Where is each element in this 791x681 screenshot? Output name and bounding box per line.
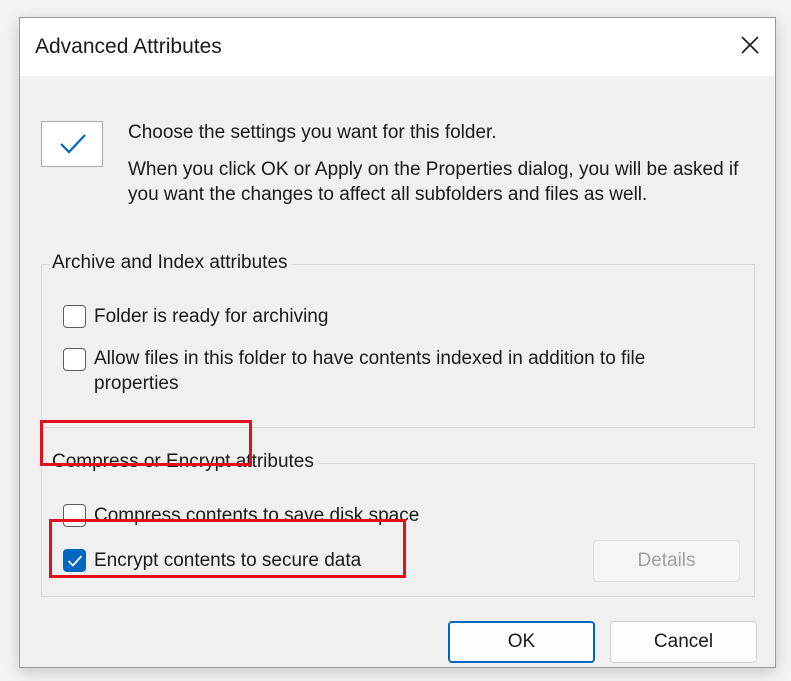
close-button[interactable] [735, 30, 765, 60]
close-icon [741, 36, 759, 54]
checkmark-icon [60, 134, 86, 154]
indexing-checkbox-label[interactable]: Allow files in this folder to have conte… [94, 346, 734, 396]
intro-description: When you click OK or Apply on the Proper… [128, 159, 739, 205]
details-button[interactable]: Details [593, 540, 740, 582]
dialog-body: Choose the settings you want for this fo… [20, 76, 775, 667]
archive-index-group-label: Archive and Index attributes [50, 252, 292, 274]
checkmark-icon [67, 555, 83, 567]
archiving-checkbox-label[interactable]: Folder is ready for archiving [94, 304, 328, 329]
advanced-attributes-dialog: Advanced Attributes Choose the settings … [19, 17, 776, 668]
encrypt-checkbox-label[interactable]: Encrypt contents to secure data [94, 548, 361, 573]
dialog-title: Advanced Attributes [35, 35, 222, 58]
title-bar: Advanced Attributes [20, 18, 775, 76]
indexing-checkbox[interactable] [63, 348, 86, 371]
compress-checkbox-label[interactable]: Compress contents to save disk space [94, 503, 419, 528]
ok-button[interactable]: OK [448, 621, 595, 663]
archiving-checkbox[interactable] [63, 305, 86, 328]
compress-checkbox[interactable] [63, 504, 86, 527]
encrypt-checkbox[interactable] [63, 549, 86, 572]
compress-encrypt-group-label: Compress or Encrypt attributes [50, 451, 318, 473]
intro-heading: Choose the settings you want for this fo… [128, 122, 497, 143]
cancel-button[interactable]: Cancel [610, 621, 757, 663]
folder-settings-icon [41, 121, 103, 167]
